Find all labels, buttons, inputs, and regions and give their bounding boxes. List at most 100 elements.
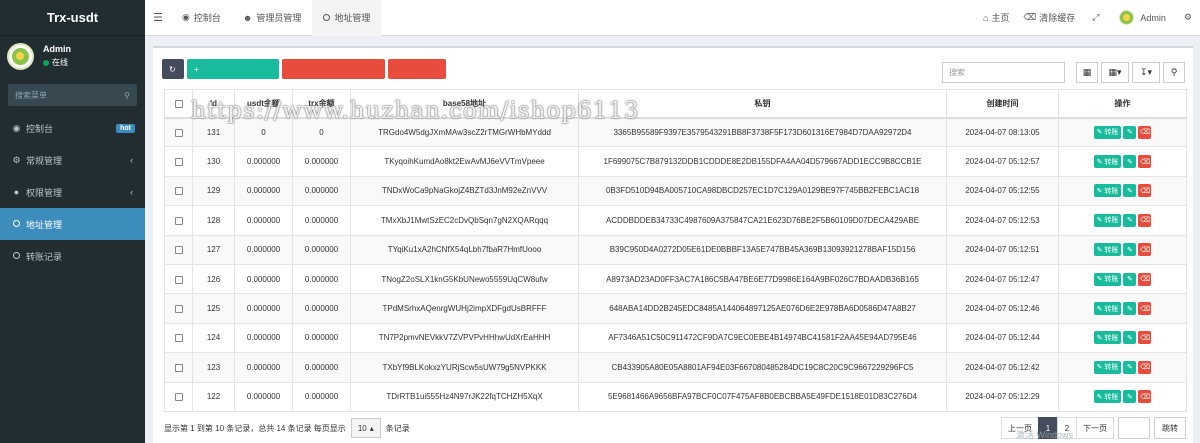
- cell-created: 2024-04-07 05:12:46: [946, 293, 1059, 324]
- row-checkbox[interactable]: [164, 322, 193, 354]
- sidebar-item-permission[interactable]: ● 权限管理 ‹: [0, 176, 145, 208]
- cell-created: 2024-04-07 05:12:55: [946, 175, 1059, 207]
- delete-row-button[interactable]: ⌫: [1138, 243, 1152, 257]
- row-checkbox[interactable]: [164, 234, 193, 265]
- col-created[interactable]: 创建时间: [946, 89, 1059, 119]
- cell-actions: ✎ 转账 ✎ ⌫: [1058, 175, 1187, 207]
- edit-button[interactable]: ✎: [1123, 360, 1137, 374]
- cell-actions: ✎ 转账 ✎ ⌫: [1058, 352, 1187, 383]
- app-title[interactable]: Trx-usdt: [0, 0, 145, 36]
- sidebar: Trx-usdt Admin 在线 搜索菜单 ⚲ ◉ 控制台 hot ⚙ 常规管…: [0, 0, 145, 443]
- pencil-icon: ✎: [1096, 334, 1103, 342]
- add-button[interactable]: +: [187, 59, 279, 79]
- columns-button[interactable]: ▦▾: [1101, 62, 1129, 83]
- dashboard-icon: ◉: [12, 122, 21, 133]
- delete-row-button[interactable]: ⌫: [1138, 331, 1152, 345]
- page-size-select[interactable]: 10 ▴: [350, 418, 381, 438]
- transfer-button[interactable]: ✎ 转账: [1093, 360, 1122, 374]
- cell-address: TPdMSrhxAQenrgWUHj2impXDFgdUsBRFFF: [350, 293, 579, 324]
- sidebar-item-address[interactable]: 地址管理: [0, 208, 145, 240]
- gears-icon[interactable]: ⚙: [1176, 12, 1200, 23]
- transfer-button[interactable]: ✎ 转账: [1093, 213, 1122, 227]
- select-all-checkbox[interactable]: [164, 89, 193, 119]
- tab-dashboard[interactable]: ◉ 控制台: [171, 0, 232, 36]
- toggle-view-button[interactable]: ▦: [1076, 62, 1098, 83]
- edit-button[interactable]: ✎: [1123, 302, 1137, 316]
- transfer-button[interactable]: ✎ 转账: [1093, 184, 1122, 198]
- search-icon[interactable]: ⚲: [124, 91, 130, 100]
- user-name: Admin: [43, 44, 71, 54]
- pencil-icon: ✎: [1096, 187, 1103, 195]
- row-checkbox[interactable]: [164, 175, 193, 207]
- transfer-button[interactable]: ✎ 转账: [1093, 302, 1122, 316]
- cell-actions: ✎ 转账 ✎ ⌫: [1058, 205, 1187, 236]
- row-checkbox[interactable]: [164, 146, 193, 177]
- edit-button[interactable]: ✎: [1123, 184, 1137, 198]
- cell-private-key: 0B3FD510D94BA005710CA98DBCD257EC1D7C129A…: [578, 175, 947, 207]
- delete-row-button[interactable]: ⌫: [1138, 184, 1152, 198]
- edit-button[interactable]: ✎: [1123, 243, 1137, 257]
- transfer-button[interactable]: ✎ 转账: [1093, 272, 1122, 286]
- batch-button[interactable]: [282, 59, 385, 79]
- pencil-icon: ✎: [1096, 129, 1103, 137]
- edit-button[interactable]: ✎: [1123, 155, 1137, 169]
- refresh-button[interactable]: ↻: [162, 59, 184, 79]
- export-button[interactable]: ↧▾: [1132, 62, 1160, 83]
- search-button[interactable]: ⚲: [1163, 62, 1185, 83]
- edit-button[interactable]: ✎: [1123, 331, 1137, 345]
- transfer-button[interactable]: ✎ 转账: [1093, 243, 1122, 257]
- cell-id: 126: [192, 263, 235, 295]
- circle-icon: [11, 219, 22, 229]
- tab-admin-manage[interactable]: ☻ 管理员管理: [232, 0, 313, 36]
- user-menu[interactable]: Admin: [1109, 10, 1176, 25]
- cell-id: 127: [192, 234, 235, 265]
- page-jump-input[interactable]: [1118, 417, 1150, 439]
- next-page-button[interactable]: 下一页: [1076, 417, 1114, 439]
- menu-toggle-icon[interactable]: ☰: [145, 11, 171, 24]
- delete-row-button[interactable]: ⌫: [1138, 390, 1152, 404]
- transfer-button[interactable]: ✎ 转账: [1093, 155, 1122, 169]
- delete-row-button[interactable]: ⌫: [1138, 125, 1152, 139]
- sidebar-item-general[interactable]: ⚙ 常规管理 ‹: [0, 144, 145, 176]
- edit-button[interactable]: ✎: [1123, 213, 1137, 227]
- table-search-input[interactable]: 搜索: [942, 62, 1065, 83]
- edit-button[interactable]: ✎: [1123, 272, 1137, 286]
- fullscreen-icon[interactable]: ⤢: [1082, 12, 1109, 23]
- page-size-suffix: 条记录: [385, 423, 410, 433]
- row-checkbox[interactable]: [164, 352, 193, 383]
- chevron-left-icon: ‹: [130, 155, 133, 165]
- transfer-button[interactable]: ✎ 转账: [1093, 331, 1122, 345]
- menu-search-input[interactable]: 搜索菜单 ⚲: [8, 84, 137, 106]
- delete-row-button[interactable]: ⌫: [1138, 360, 1152, 374]
- cell-address: TKyqoihKumdAo8kt2EwAvMJ6eVVTmVpeee: [350, 146, 579, 177]
- cell-address: TNogZ2oSLX1knG5KbUNewo5559UqCW8ufw: [350, 263, 579, 295]
- tab-address-manage[interactable]: 地址管理: [312, 0, 382, 36]
- row-checkbox[interactable]: [164, 381, 193, 412]
- edit-button[interactable]: ✎: [1123, 125, 1137, 139]
- sidebar-item-transfer-log[interactable]: 转账记录: [0, 240, 145, 272]
- delete-row-button[interactable]: ⌫: [1138, 213, 1152, 227]
- delete-row-button[interactable]: ⌫: [1138, 302, 1152, 316]
- cell-actions: ✎ 转账 ✎ ⌫: [1058, 322, 1187, 354]
- cell-created: 2024-04-07 05:12:53: [946, 205, 1059, 236]
- home-link[interactable]: ⌂ 主页: [976, 11, 1016, 24]
- transfer-button[interactable]: ✎ 转账: [1093, 390, 1122, 404]
- table-row: 126 0.000000 0.000000 TNogZ2oSLX1knG5KbUNew…: [164, 263, 1187, 295]
- row-checkbox[interactable]: [164, 263, 193, 295]
- row-checkbox[interactable]: [164, 116, 193, 148]
- cell-address: TN7P2pmvNEVkkV7ZVPVPvHHhwUdXrEaHHH: [350, 322, 579, 354]
- delete-row-button[interactable]: ⌫: [1138, 272, 1152, 286]
- cell-private-key: AF7346A51C50C911472CF9DA7C9EC0EBE4B14974…: [578, 322, 947, 354]
- delete-row-button[interactable]: ⌫: [1138, 155, 1152, 169]
- row-checkbox[interactable]: [164, 293, 193, 324]
- delete-button[interactable]: [388, 59, 446, 79]
- jump-button[interactable]: 跳转: [1154, 417, 1186, 439]
- cell-created: 2024-04-07 05:12:29: [946, 381, 1059, 412]
- row-checkbox[interactable]: [164, 205, 193, 236]
- clear-cache-button[interactable]: ⌫ 清除缓存: [1016, 11, 1082, 24]
- cell-actions: ✎ 转账 ✎ ⌫: [1058, 381, 1187, 412]
- transfer-button[interactable]: ✎ 转账: [1093, 125, 1122, 139]
- sidebar-item-dashboard[interactable]: ◉ 控制台 hot: [0, 112, 145, 144]
- edit-button[interactable]: ✎: [1123, 390, 1137, 404]
- cell-id: 128: [192, 205, 235, 236]
